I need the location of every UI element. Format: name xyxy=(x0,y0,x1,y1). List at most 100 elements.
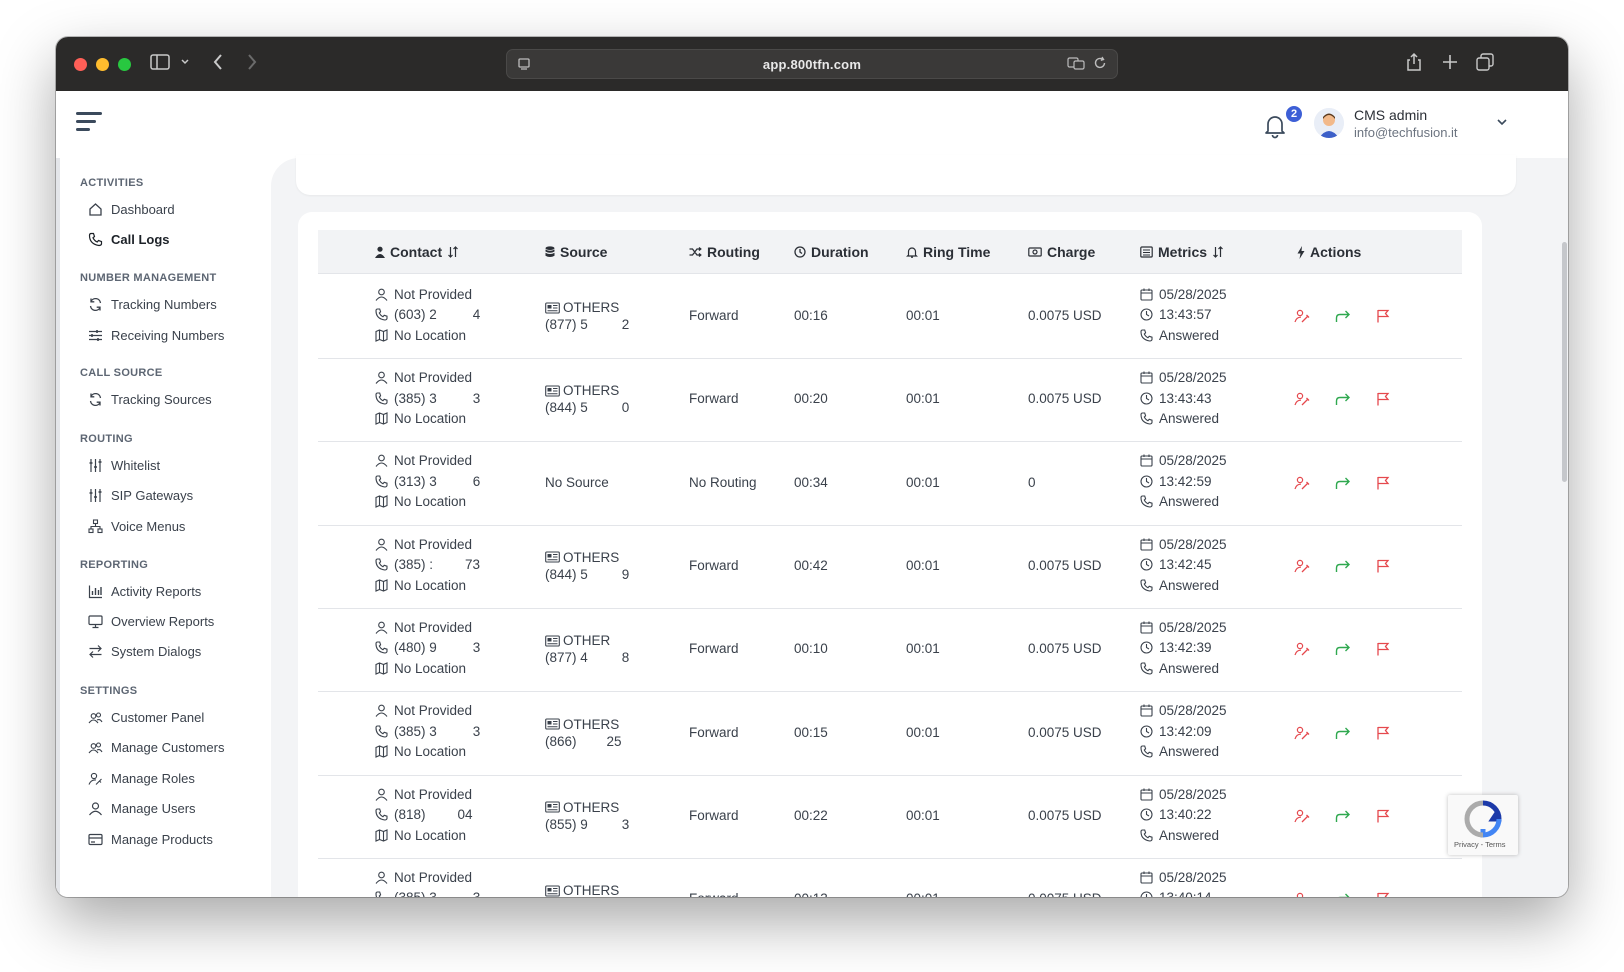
card-icon xyxy=(88,832,103,847)
recaptcha-badge[interactable]: Privacy - Terms xyxy=(1448,795,1518,855)
page-settings-icon[interactable] xyxy=(517,57,531,71)
page-scrollbar[interactable] xyxy=(1562,242,1567,482)
column-duration[interactable]: Duration xyxy=(794,244,869,260)
contact-location: No Location xyxy=(394,577,467,593)
reload-icon[interactable] xyxy=(1093,56,1107,70)
charge-cell: 0.0075 USD xyxy=(1028,308,1102,323)
sidebar-item-whitelist[interactable]: Whitelist xyxy=(88,458,160,473)
user-menu-chevron-icon[interactable] xyxy=(1496,116,1508,128)
contact-phone-start: (818) xyxy=(394,807,426,823)
assign-user-icon[interactable] xyxy=(1294,309,1310,323)
new-tab-icon[interactable] xyxy=(1442,54,1458,70)
clock-icon xyxy=(1140,475,1153,488)
source-type-icon xyxy=(545,551,560,563)
menu-toggle-icon[interactable] xyxy=(76,112,102,136)
sidebar-item-overview-reports[interactable]: Overview Reports xyxy=(88,614,214,629)
column-metrics[interactable]: Metrics xyxy=(1140,244,1224,260)
forward-share-icon[interactable] xyxy=(1335,892,1351,897)
flag-icon[interactable] xyxy=(1376,559,1390,573)
column-source[interactable]: Source xyxy=(545,244,607,260)
contact-cell: Not Provided (385) 3 3 No Location xyxy=(375,701,480,763)
back-icon[interactable] xyxy=(212,53,224,71)
source-type-icon xyxy=(545,885,560,897)
flag-icon[interactable] xyxy=(1376,726,1390,740)
sidebar-item-dashboard[interactable]: Dashboard xyxy=(88,202,175,217)
routing-cell: No Routing xyxy=(689,474,757,490)
sidebar-section-activities: ACTIVITIES xyxy=(80,177,144,189)
source-cell: OTHERS (844) 5 0 xyxy=(545,382,629,416)
sidebar-item-activity-reports[interactable]: Activity Reports xyxy=(88,584,201,599)
sidebar-item-customer-panel[interactable]: Customer Panel xyxy=(88,710,204,725)
assign-user-icon[interactable] xyxy=(1294,476,1310,490)
sidebar-item-receiving-numbers[interactable]: Receiving Numbers xyxy=(88,328,224,343)
calendar-icon xyxy=(1140,788,1153,801)
user-avatar[interactable] xyxy=(1314,108,1344,138)
column-ring-time[interactable]: Ring Time xyxy=(906,244,990,260)
assign-user-icon[interactable] xyxy=(1294,392,1310,406)
forward-share-icon[interactable] xyxy=(1335,309,1351,323)
flag-icon[interactable] xyxy=(1376,392,1390,406)
column-contact[interactable]: Contact xyxy=(375,244,459,260)
phone-icon xyxy=(375,308,388,321)
contact-phone-end: 3 xyxy=(472,390,481,406)
sidebar-item-manage-users[interactable]: Manage Users xyxy=(88,801,196,816)
flag-icon[interactable] xyxy=(1376,642,1390,656)
assign-user-icon[interactable] xyxy=(1294,559,1310,573)
call-status: Answered xyxy=(1159,744,1220,760)
source-cell: OTHERS (844) 5 9 xyxy=(545,549,629,583)
contact-cell: Not Provided (385) 3 3 No Location xyxy=(375,367,480,429)
phone-icon xyxy=(1140,662,1153,675)
window-controls xyxy=(74,57,131,71)
sidebar-item-manage-products[interactable]: Manage Products xyxy=(88,832,213,847)
column-routing[interactable]: Routing xyxy=(689,244,760,260)
sitemap-icon xyxy=(88,519,103,534)
forward-share-icon[interactable] xyxy=(1335,392,1351,406)
duration-cell: 00:16 xyxy=(794,308,828,323)
recaptcha-privacy-terms[interactable]: Privacy - Terms xyxy=(1454,840,1506,849)
assign-user-icon[interactable] xyxy=(1294,892,1310,897)
ring-time-cell: 00:01 xyxy=(906,557,940,573)
user-icon xyxy=(375,621,388,634)
minimize-window-button[interactable] xyxy=(96,57,109,71)
sidebar-item-manage-customers[interactable]: Manage Customers xyxy=(88,740,224,755)
zoom-window-button[interactable] xyxy=(118,57,131,71)
forward-share-icon[interactable] xyxy=(1335,642,1351,656)
source-type: OTHERS xyxy=(563,300,620,315)
charge-cell: 0.0075 USD xyxy=(1028,724,1102,740)
forward-share-icon[interactable] xyxy=(1335,559,1351,573)
column-charge[interactable]: Charge xyxy=(1028,244,1095,260)
sidebar-item-call-logs[interactable]: Call Logs xyxy=(88,232,170,247)
address-bar[interactable]: app.800tfn.com xyxy=(506,49,1118,79)
sidebar-item-sip-gateways[interactable]: SIP Gateways xyxy=(88,488,193,503)
chevron-down-icon[interactable] xyxy=(180,55,190,69)
duration-cell: 00:13 xyxy=(794,891,828,897)
flag-icon[interactable] xyxy=(1376,892,1390,897)
forward-share-icon[interactable] xyxy=(1335,726,1351,740)
table-row: Not Provided (313) 3 6 No Location No Source… xyxy=(318,442,1462,526)
flag-icon[interactable] xyxy=(1376,809,1390,823)
sidebar-item-manage-roles[interactable]: Manage Roles xyxy=(88,771,195,786)
forward-icon[interactable] xyxy=(246,53,258,71)
sidebar-item-tracking-numbers[interactable]: Tracking Numbers xyxy=(88,297,217,312)
tab-overview-icon[interactable] xyxy=(1476,53,1494,71)
forward-share-icon[interactable] xyxy=(1335,809,1351,823)
sidebar-scrollbar[interactable] xyxy=(56,158,60,897)
share-icon[interactable] xyxy=(1406,52,1422,72)
flag-icon[interactable] xyxy=(1376,309,1390,323)
sidebar-item-system-dialogs[interactable]: System Dialogs xyxy=(88,644,201,659)
sidebar-item-voice-menus[interactable]: Voice Menus xyxy=(88,519,185,534)
contact-location: No Location xyxy=(394,327,467,343)
sidebar-section-number-management: NUMBER MANAGEMENT xyxy=(80,272,217,284)
assign-user-icon[interactable] xyxy=(1294,809,1310,823)
translate-icon[interactable] xyxy=(1067,56,1085,70)
forward-share-icon[interactable] xyxy=(1335,476,1351,490)
charge-cell: 0.0075 USD xyxy=(1028,891,1102,897)
sidebar-toggle-icon[interactable] xyxy=(150,54,170,70)
sidebar-item-tracking-sources[interactable]: Tracking Sources xyxy=(88,392,212,407)
calendar-icon xyxy=(1140,871,1153,884)
phone-icon xyxy=(1140,828,1153,842)
flag-icon[interactable] xyxy=(1376,476,1390,490)
assign-user-icon[interactable] xyxy=(1294,726,1310,740)
close-window-button[interactable] xyxy=(74,57,87,71)
assign-user-icon[interactable] xyxy=(1294,642,1310,656)
